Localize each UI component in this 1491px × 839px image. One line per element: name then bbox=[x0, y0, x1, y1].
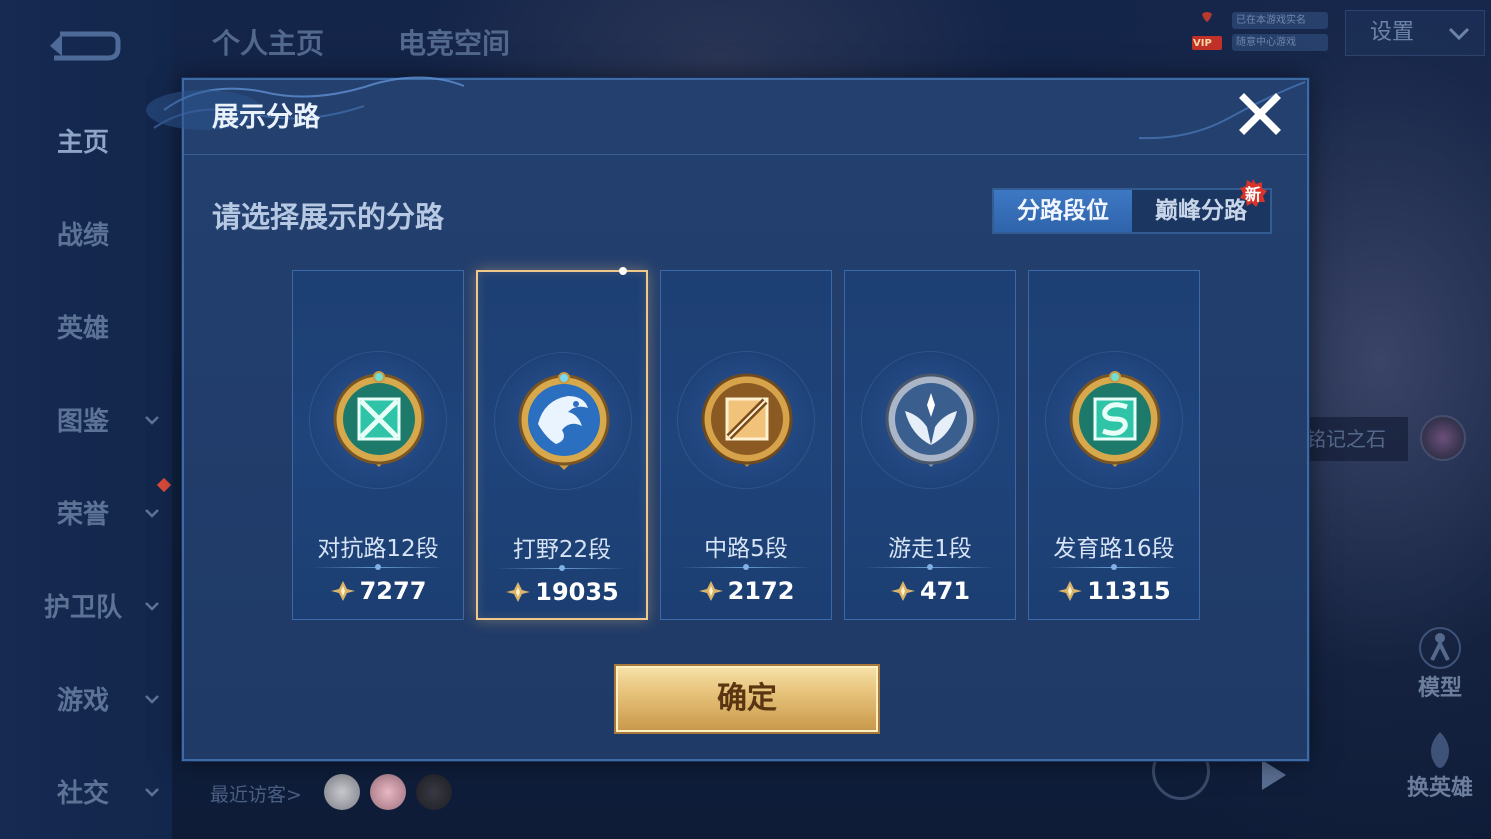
lane-score-value: 7277 bbox=[359, 577, 427, 605]
power-score-icon bbox=[698, 581, 723, 601]
settings-button[interactable]: 设置 bbox=[1345, 10, 1485, 56]
lane-name: 中路5段 bbox=[704, 536, 788, 562]
lane-card-jungle[interactable]: 打野22段 19035 bbox=[476, 267, 648, 620]
lane-card-farm[interactable]: 发育路16段 11315 bbox=[1028, 270, 1200, 620]
chevron-down-icon bbox=[145, 602, 159, 611]
settings-label: 设置 bbox=[1370, 20, 1415, 45]
sidebar-item-codex[interactable]: 图鉴 bbox=[0, 389, 172, 449]
chevron-down-icon bbox=[145, 509, 159, 518]
chevron-down-icon bbox=[145, 695, 159, 704]
lane-name: 打野22段 bbox=[512, 537, 612, 563]
sidebar-item-honor[interactable]: 荣誉 bbox=[0, 482, 172, 542]
divider-dot bbox=[743, 564, 749, 570]
sidebar-item-label: 护卫队 bbox=[43, 592, 122, 623]
lane-score-value: 11315 bbox=[1087, 577, 1171, 605]
sidebar-item-label: 游戏 bbox=[56, 685, 109, 716]
power-score-icon bbox=[890, 581, 915, 601]
power-score-icon bbox=[1058, 581, 1083, 601]
vip-line-2: 随意中心游戏 bbox=[1232, 34, 1328, 51]
vip-label: VIP bbox=[1193, 38, 1212, 49]
lane-score-value: 471 bbox=[919, 577, 971, 605]
sidebar-item-guard-team[interactable]: 护卫队 bbox=[0, 575, 172, 635]
change-hero-button[interactable]: 换英雄 bbox=[1398, 730, 1482, 802]
chevron-down-icon bbox=[1448, 27, 1470, 41]
divider-dot bbox=[375, 564, 381, 570]
recent-visitors-label[interactable]: 最近访客> bbox=[210, 780, 302, 807]
new-badge: 新 bbox=[1238, 178, 1268, 208]
corner-ornament-icon bbox=[1138, 81, 1306, 140]
sidebar-item-label: 战绩 bbox=[56, 220, 109, 251]
lane-name: 游走1段 bbox=[888, 536, 972, 562]
tab-profile[interactable]: 个人主页 bbox=[212, 22, 324, 62]
chevron-down-icon bbox=[145, 416, 159, 425]
lane-name: 对抗路12段 bbox=[317, 536, 439, 562]
vip-status[interactable]: VIP 已在本游戏实名 随意中心游戏 bbox=[1184, 10, 1330, 54]
vip-line-1: 已在本游戏实名 bbox=[1232, 12, 1328, 29]
lane-score: 471 bbox=[845, 577, 1015, 605]
avatar[interactable] bbox=[324, 774, 360, 810]
divider-dot bbox=[559, 565, 565, 571]
play-icon[interactable] bbox=[1258, 758, 1288, 792]
lane-card-clash[interactable]: 对抗路12段 7277 bbox=[292, 270, 464, 620]
modal-title: 展示分路 bbox=[212, 102, 320, 133]
lane-score: 2172 bbox=[661, 577, 831, 605]
sidebar-item-social[interactable]: 社交 bbox=[0, 761, 172, 821]
stone-label[interactable]: 铭记之石 bbox=[1300, 417, 1408, 461]
sidebar-item-label: 荣誉 bbox=[56, 499, 109, 530]
sidebar-item-label: 主页 bbox=[56, 127, 109, 158]
chevron-down-icon bbox=[145, 788, 159, 797]
model-figure-icon bbox=[1419, 627, 1461, 669]
lane-type-toggle: 分路段位 巅峰分路 bbox=[992, 188, 1272, 234]
corner-spark-icon bbox=[619, 267, 627, 275]
sidebar-item-label: 图鉴 bbox=[56, 406, 109, 437]
divider-dot bbox=[927, 564, 933, 570]
clash-lane-emblem-icon bbox=[333, 371, 425, 467]
lane-card-roam[interactable]: 游走1段 471 bbox=[844, 270, 1016, 620]
avatar[interactable] bbox=[370, 774, 406, 810]
lane-display-modal: 展示分路 请选择展示的分路 分路段位 巅峰分路 新 对抗路12段 7277 打野… bbox=[146, 76, 1309, 761]
lane-score: 19035 bbox=[478, 578, 646, 606]
lane-name: 发育路16段 bbox=[1053, 536, 1175, 562]
back-arrow-icon[interactable] bbox=[46, 26, 122, 64]
jungle-dragon-emblem-icon bbox=[518, 372, 610, 470]
model-button[interactable]: 模型 bbox=[1404, 626, 1476, 702]
power-score-icon bbox=[506, 582, 531, 602]
new-badge-label: 新 bbox=[1244, 185, 1261, 204]
model-label: 模型 bbox=[1417, 676, 1462, 701]
sidebar-item-label: 社交 bbox=[56, 778, 109, 809]
close-icon[interactable] bbox=[1238, 92, 1282, 136]
cloud-ornament-icon bbox=[146, 76, 465, 130]
tab-lane-rank[interactable]: 分路段位 bbox=[994, 190, 1132, 232]
avatar[interactable] bbox=[416, 774, 452, 810]
lane-score-value: 19035 bbox=[535, 578, 619, 606]
change-hero-label: 换英雄 bbox=[1406, 776, 1473, 801]
sidebar-item-record[interactable]: 战绩 bbox=[0, 203, 172, 263]
tab-esports[interactable]: 电竞空间 bbox=[398, 22, 510, 62]
divider-dot bbox=[1111, 564, 1117, 570]
sidebar-item-heroes[interactable]: 英雄 bbox=[0, 296, 172, 356]
stone-icon[interactable] bbox=[1420, 415, 1466, 461]
roam-wings-emblem-icon bbox=[885, 373, 977, 467]
select-prompt: 请选择展示的分路 bbox=[212, 200, 445, 234]
sidebar-item-label: 英雄 bbox=[56, 313, 109, 344]
farm-lane-emblem-icon bbox=[1069, 371, 1161, 467]
change-hero-icon bbox=[1431, 732, 1449, 768]
confirm-button[interactable]: 确定 bbox=[616, 666, 878, 732]
lane-score-value: 2172 bbox=[727, 577, 795, 605]
lane-score: 7277 bbox=[293, 577, 463, 605]
mid-lane-emblem-icon bbox=[701, 373, 793, 467]
sidebar-item-games[interactable]: 游戏 bbox=[0, 668, 172, 728]
lane-score: 11315 bbox=[1029, 577, 1199, 605]
power-score-icon bbox=[330, 581, 355, 601]
lane-card-mid[interactable]: 中路5段 2172 bbox=[660, 270, 832, 620]
